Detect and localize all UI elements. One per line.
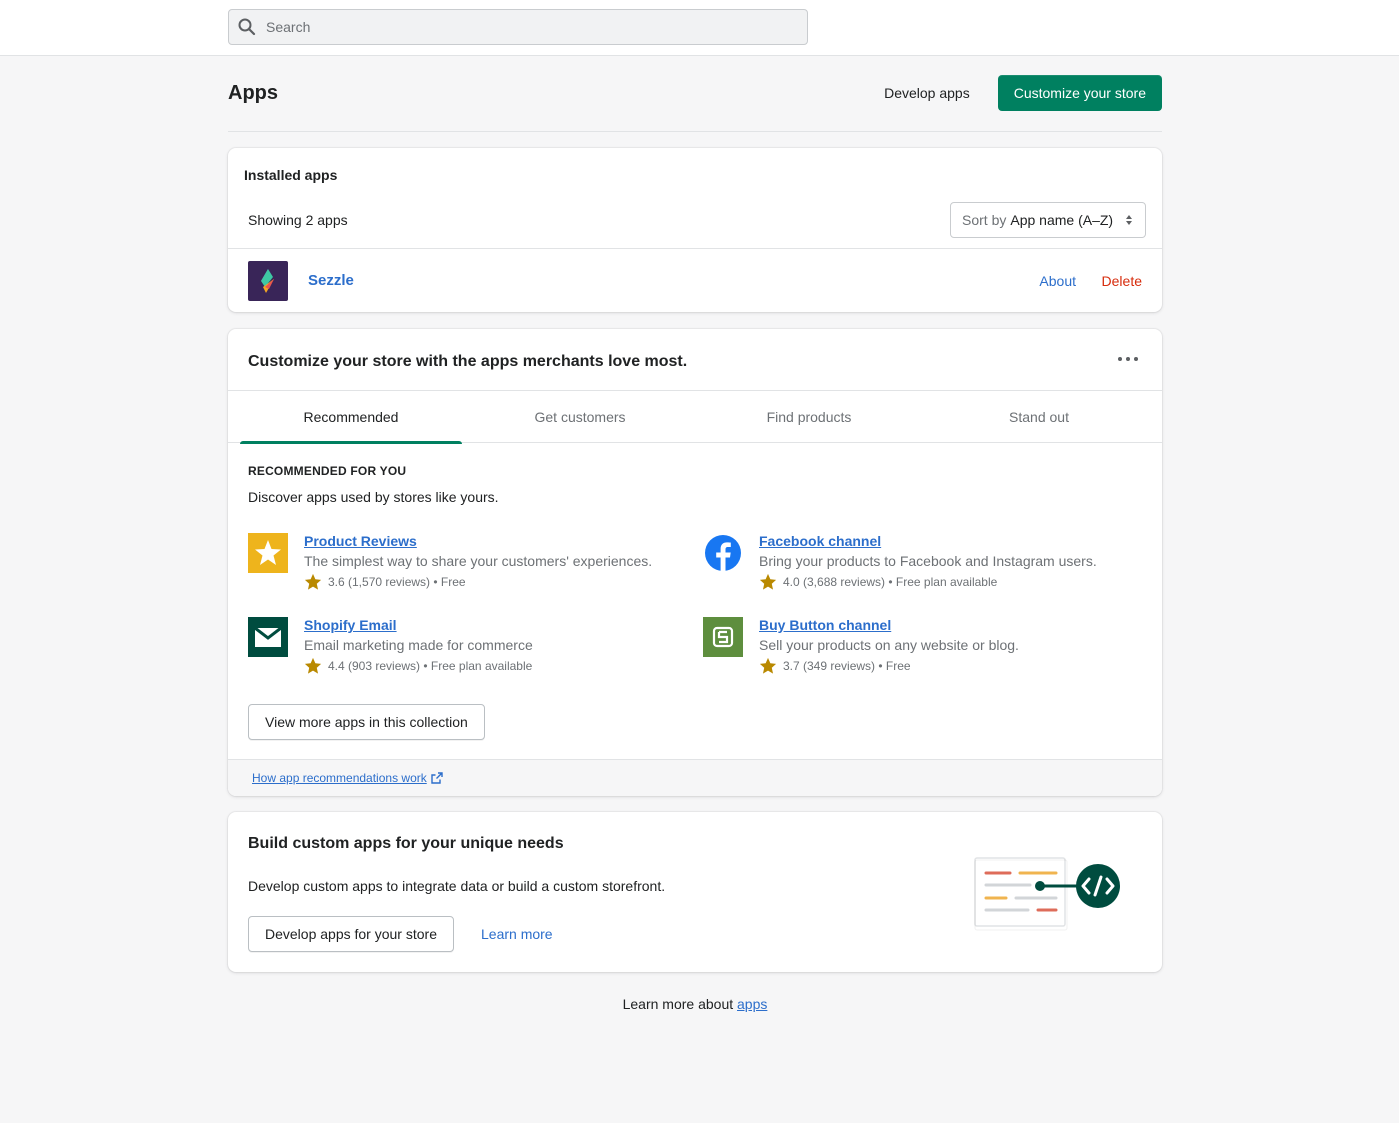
- recommended-app: Shopify Email Email marketing made for c…: [248, 617, 688, 679]
- installed-apps-card: Installed apps Showing 2 apps Sort by Ap…: [228, 148, 1162, 312]
- showing-count: Showing 2 apps: [248, 212, 348, 228]
- app-rating-text: 4.4 (903 reviews) • Free plan available: [328, 659, 533, 673]
- recommended-app: Buy Button channel Sell your products on…: [703, 617, 1143, 679]
- section-subheading: Discover apps used by stores like yours.: [248, 489, 499, 505]
- app-description: The simplest way to share your customers…: [304, 553, 653, 569]
- tab-stand-out[interactable]: Stand out: [928, 391, 1150, 443]
- delete-link[interactable]: Delete: [1102, 273, 1142, 289]
- app-rating-text: 3.7 (349 reviews) • Free: [783, 659, 911, 673]
- facebook-icon: [703, 533, 743, 573]
- search-icon: [238, 18, 256, 36]
- learn-more-prefix: Learn more about: [622, 996, 738, 1012]
- main-content: Apps Develop apps Customize your store I…: [228, 56, 1162, 1012]
- more-actions-icon[interactable]: [1118, 355, 1138, 363]
- search-input[interactable]: [266, 19, 766, 35]
- recommendations-card: Customize your store with the apps merch…: [228, 329, 1162, 796]
- footer-link-label: How app recommendations work: [252, 771, 427, 785]
- apps-link[interactable]: apps: [737, 996, 767, 1012]
- page-header: Apps Develop apps Customize your store: [228, 56, 1162, 132]
- envelope-icon: [248, 617, 288, 657]
- installed-app-row: Sezzle About Delete: [248, 261, 1142, 301]
- sort-prefix: Sort by: [962, 212, 1007, 228]
- code-illustration: [974, 857, 1120, 931]
- app-description: Bring your products to Facebook and Inst…: [759, 553, 1097, 569]
- category-tabs: Recommended Get customers Find products …: [228, 390, 1162, 444]
- app-rating: 4.4 (903 reviews) • Free plan available: [304, 657, 532, 675]
- how-recommendations-work-link[interactable]: How app recommendations work: [252, 771, 443, 785]
- divider: [228, 248, 1162, 249]
- app-rating: 4.0 (3,688 reviews) • Free plan availabl…: [759, 573, 997, 591]
- develop-apps-for-store-button[interactable]: Develop apps for your store: [248, 916, 454, 952]
- app-rating: 3.6 (1,570 reviews) • Free: [304, 573, 466, 591]
- view-more-apps-button[interactable]: View more apps in this collection: [248, 704, 485, 740]
- custom-apps-title: Build custom apps for your unique needs: [248, 835, 564, 852]
- rating-star-icon: [759, 573, 777, 590]
- card-footer: How app recommendations work: [228, 759, 1162, 796]
- custom-apps-card: Build custom apps for your unique needs …: [228, 812, 1162, 972]
- custom-apps-description: Develop custom apps to integrate data or…: [248, 878, 666, 894]
- tab-recommended[interactable]: Recommended: [240, 391, 462, 444]
- app-title-link[interactable]: Product Reviews: [304, 533, 417, 549]
- app-name-link[interactable]: Sezzle: [308, 272, 354, 289]
- rating-star-icon: [759, 657, 777, 674]
- about-link[interactable]: About: [1039, 273, 1076, 289]
- develop-apps-button[interactable]: Develop apps: [868, 77, 986, 109]
- app-title-link[interactable]: Shopify Email: [304, 617, 397, 633]
- customize-store-button[interactable]: Customize your store: [997, 75, 1162, 111]
- page-title: Apps: [228, 82, 278, 104]
- app-description: Email marketing made for commerce: [304, 637, 533, 653]
- buy-button-icon: [703, 617, 743, 657]
- rating-star-icon: [304, 657, 322, 674]
- app-description: Sell your products on any website or blo…: [759, 637, 1019, 653]
- app-rating: 3.7 (349 reviews) • Free: [759, 657, 911, 675]
- recommendations-title: Customize your store with the apps merch…: [248, 353, 688, 370]
- select-caret-icon: [1126, 215, 1132, 225]
- sort-select[interactable]: Sort by App name (A–Z): [950, 202, 1146, 238]
- star-icon: [248, 533, 288, 573]
- section-heading: RECOMMENDED FOR YOU: [248, 464, 407, 478]
- external-link-icon: [431, 772, 443, 784]
- sort-value: App name (A–Z): [1010, 212, 1114, 228]
- header-actions: Develop apps Customize your store: [868, 75, 1162, 111]
- sezzle-logo: [248, 261, 288, 301]
- search-bar[interactable]: [228, 9, 808, 45]
- recommended-app: Product Reviews The simplest way to shar…: [248, 533, 688, 595]
- learn-more-footer: Learn more about apps: [228, 996, 1162, 1012]
- app-title-link[interactable]: Facebook channel: [759, 533, 881, 549]
- app-rating-text: 3.6 (1,570 reviews) • Free: [328, 575, 466, 589]
- top-bar: [0, 0, 1399, 56]
- tab-get-customers[interactable]: Get customers: [469, 391, 691, 443]
- app-title-link[interactable]: Buy Button channel: [759, 617, 891, 633]
- tab-find-products[interactable]: Find products: [698, 391, 920, 443]
- recommended-app: Facebook channel Bring your products to …: [703, 533, 1143, 595]
- app-rating-text: 4.0 (3,688 reviews) • Free plan availabl…: [783, 575, 998, 589]
- installed-apps-title: Installed apps: [244, 167, 338, 183]
- rating-star-icon: [304, 573, 322, 590]
- learn-more-link[interactable]: Learn more: [481, 926, 553, 942]
